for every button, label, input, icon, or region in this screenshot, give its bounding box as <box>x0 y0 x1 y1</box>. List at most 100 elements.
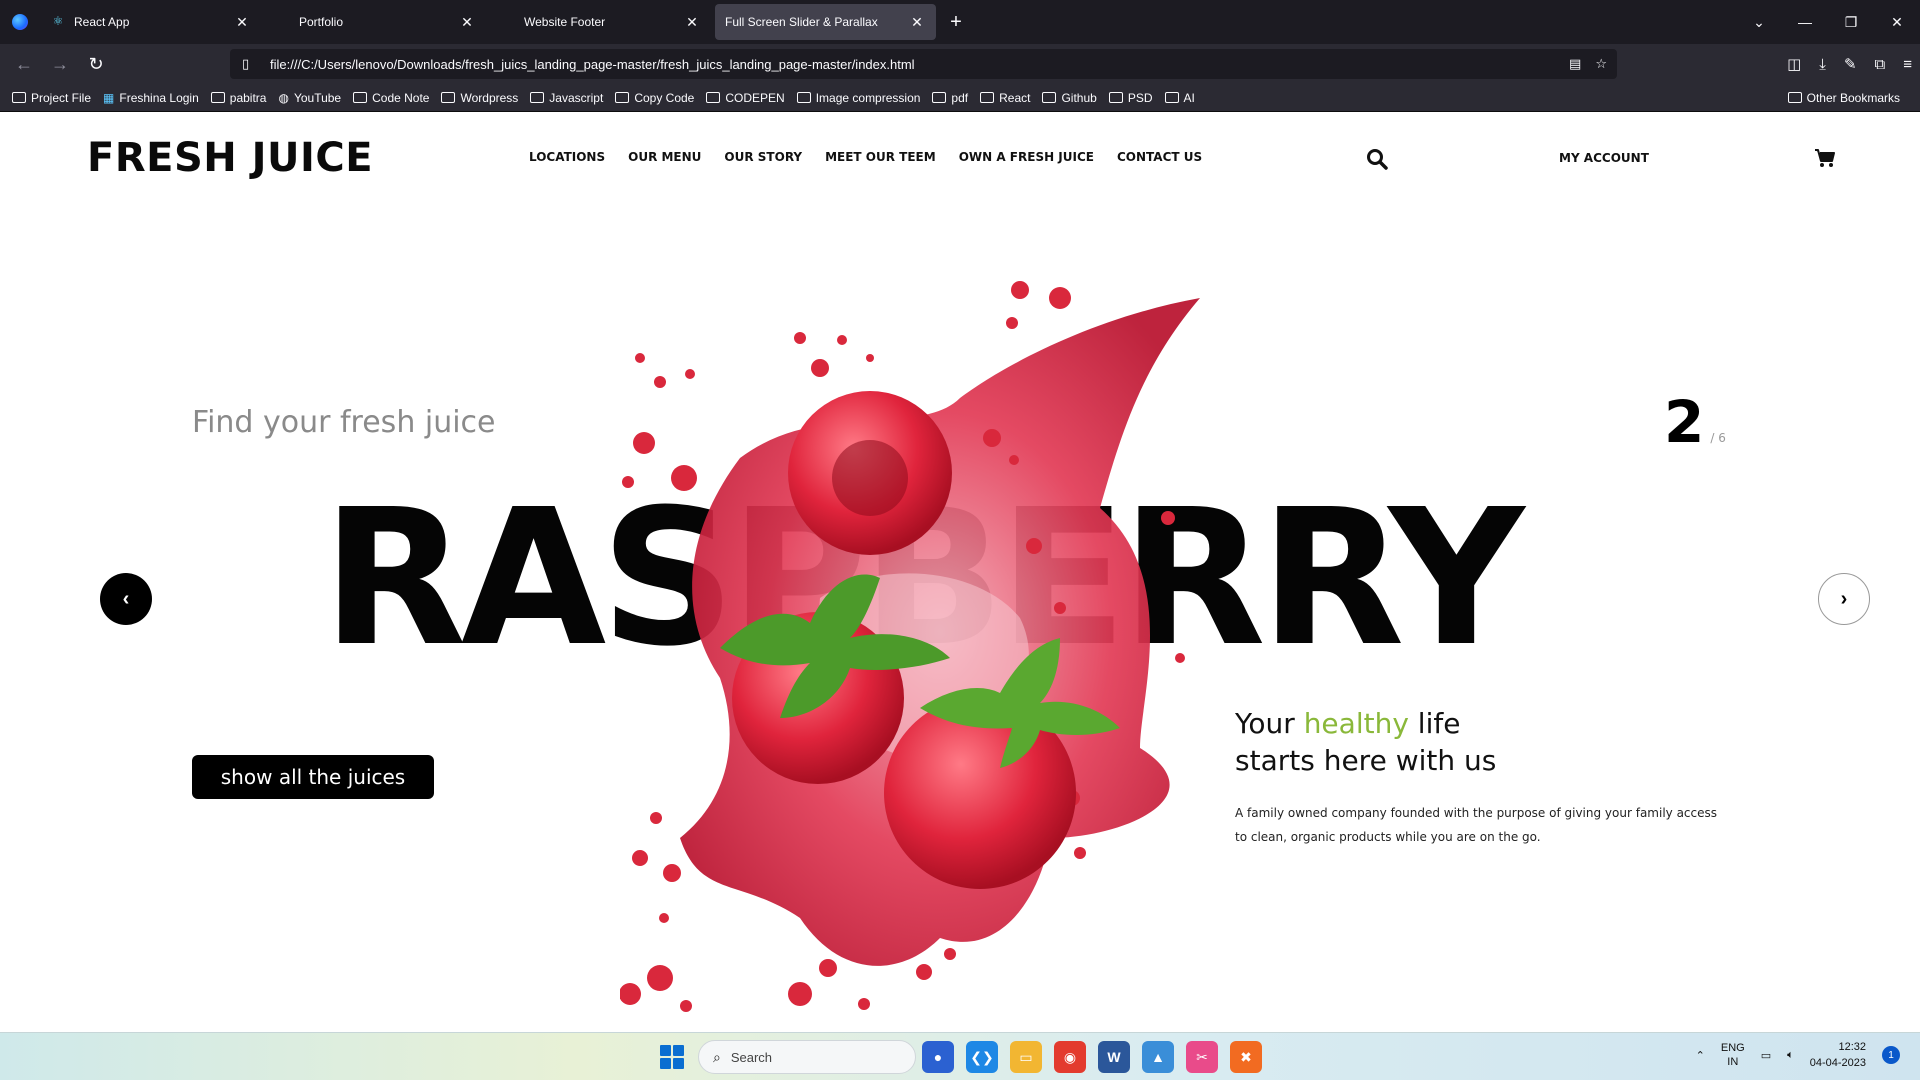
page-icon <box>500 14 516 30</box>
slider-prev-button[interactable]: ‹ <box>100 573 152 625</box>
reader-view-icon[interactable]: ▤ <box>1569 56 1581 72</box>
web-page: FRESH JUICE LOCATIONS OUR MENU OUR STORY… <box>0 113 1920 1032</box>
folder-icon <box>980 92 995 103</box>
globe-icon: ◍ <box>278 90 289 105</box>
firefox-icon <box>12 14 28 30</box>
bookmark-folder[interactable]: React <box>980 91 1030 105</box>
photos-app-icon[interactable]: ▲ <box>1142 1041 1174 1073</box>
bookmark-folder[interactable]: Copy Code <box>615 91 694 105</box>
raspberry-top <box>788 391 952 555</box>
tab-title: Portfolio <box>299 15 344 29</box>
bookmark-folder[interactable]: Project File <box>12 91 91 105</box>
nav-meet-our-teem[interactable]: MEET OUR TEEM <box>825 150 936 164</box>
nav-contact-us[interactable]: CONTACT US <box>1117 150 1202 164</box>
close-window-icon[interactable]: ✕ <box>1874 14 1920 31</box>
bookmark-folder[interactable]: Javascript <box>530 91 603 105</box>
bookmark-folder[interactable]: CODEPEN <box>706 91 785 105</box>
language-indicator[interactable]: ENG IN <box>1721 1041 1745 1069</box>
slider-next-button[interactable]: › <box>1818 573 1870 625</box>
bookmark-folder[interactable]: Wordpress <box>441 91 518 105</box>
snipping-tool-icon[interactable]: ✂ <box>1186 1041 1218 1073</box>
clock[interactable]: 12:32 04-04-2023 <box>1810 1039 1866 1071</box>
chrome-app-icon[interactable]: ◉ <box>1054 1041 1086 1073</box>
bookmark-folder[interactable]: PSD <box>1108 91 1153 105</box>
tagline-accent: healthy <box>1303 707 1409 740</box>
file-icon: ▯ <box>242 56 250 71</box>
freshina-icon: ▦ <box>103 90 115 105</box>
tab-website-footer[interactable]: Website Footer ✕ <box>490 4 711 40</box>
chevron-up-icon[interactable]: ⌃ <box>1696 1049 1705 1062</box>
folder-icon <box>615 92 630 103</box>
site-logo[interactable]: FRESH JUICE <box>87 135 373 181</box>
nav-own-a-fresh-juice[interactable]: OWN A FRESH JUICE <box>959 150 1094 164</box>
other-bookmarks[interactable]: Other Bookmarks <box>1787 91 1900 105</box>
bookmark-star-icon[interactable]: ☆ <box>1595 56 1607 72</box>
url-text[interactable]: file:///C:/Users/lenovo/Downloads/fresh_… <box>270 57 915 72</box>
wrench-icon[interactable]: ✎ <box>1844 55 1857 73</box>
my-account-link[interactable]: MY ACCOUNT <box>1559 151 1649 165</box>
forward-icon[interactable]: → <box>42 54 78 75</box>
network-icon[interactable]: ▭ <box>1761 1049 1771 1062</box>
bookmark-folder[interactable]: AI <box>1164 91 1195 105</box>
folder-icon <box>1108 92 1123 103</box>
nav-our-story[interactable]: OUR STORY <box>724 150 802 164</box>
search-icon: ⌕ <box>713 1048 721 1065</box>
url-bar[interactable]: ▯ file:///C:/Users/lenovo/Downloads/fres… <box>230 49 1617 79</box>
firefox-menu[interactable] <box>0 0 40 44</box>
folder-icon <box>796 92 811 103</box>
tab-react-app[interactable]: ⚛ React App ✕ <box>40 4 261 40</box>
close-icon[interactable]: ✕ <box>908 14 926 31</box>
show-all-juices-button[interactable]: show all the juices <box>192 755 434 799</box>
tab-title: Website Footer <box>524 15 606 29</box>
folder-icon <box>12 92 26 103</box>
vscode-app-icon[interactable]: ❮❯ <box>966 1041 998 1073</box>
page-icon <box>275 14 291 30</box>
new-tab-button[interactable]: + <box>940 6 972 38</box>
notification-badge[interactable]: 1 <box>1882 1046 1900 1064</box>
taskbar-search[interactable]: ⌕ Search <box>698 1040 916 1074</box>
tab-portfolio[interactable]: Portfolio ✕ <box>265 4 486 40</box>
slide-current: 2 <box>1664 388 1705 456</box>
download-icon[interactable]: ⤓ <box>1819 56 1826 73</box>
chevron-left-icon: ‹ <box>122 587 130 610</box>
folder-icon <box>706 92 721 103</box>
windows-start-icon[interactable] <box>660 1045 684 1069</box>
bookmark-link[interactable]: ▦ Freshina Login <box>103 91 199 105</box>
tab-full-screen-slider[interactable]: Full Screen Slider & Parallax ✕ <box>715 4 936 40</box>
extensions-icon[interactable]: ⧉ <box>1875 56 1886 73</box>
bookmark-folder[interactable]: Github <box>1042 91 1097 105</box>
bookmark-folder[interactable]: pdf <box>932 91 968 105</box>
slide-counter: 2 / 6 <box>1664 388 1726 456</box>
browser-nav-bar: ← → ↻ ▯ file:///C:/Users/lenovo/Download… <box>0 44 1920 84</box>
bookmark-folder[interactable]: Image compression <box>796 91 920 105</box>
cart-icon[interactable] <box>1814 147 1836 169</box>
firefox-app-icon[interactable]: ● <box>922 1041 954 1073</box>
close-icon[interactable]: ✕ <box>683 14 701 31</box>
restore-icon[interactable]: ❐ <box>1828 14 1874 31</box>
bookmark-folder[interactable]: Code Note <box>353 91 429 105</box>
folder-icon <box>932 92 947 103</box>
slide-total: / 6 <box>1710 431 1726 445</box>
file-explorer-icon[interactable]: ▭ <box>1010 1041 1042 1073</box>
bookmark-folder[interactable]: pabitra <box>210 91 266 105</box>
bookmarks-bar: Project File ▦ Freshina Login pabitra ◍ Yo… <box>0 84 1920 112</box>
nav-locations[interactable]: LOCATIONS <box>529 150 605 164</box>
tab-title: Full Screen Slider & Parallax <box>725 15 878 29</box>
close-icon[interactable]: ✕ <box>458 14 476 31</box>
close-icon[interactable]: ✕ <box>233 14 251 31</box>
word-app-icon[interactable]: W <box>1098 1041 1130 1073</box>
search-icon[interactable] <box>1366 148 1388 170</box>
react-icon: ⚛ <box>52 14 64 28</box>
pocket-icon[interactable]: ◫ <box>1787 55 1801 73</box>
reload-icon[interactable]: ↻ <box>78 54 114 75</box>
back-icon[interactable]: ← <box>6 54 42 75</box>
minimize-icon[interactable]: — <box>1782 14 1828 30</box>
bookmark-link[interactable]: ◍ YouTube <box>278 91 341 105</box>
nav-our-menu[interactable]: OUR MENU <box>628 150 701 164</box>
xampp-app-icon[interactable]: ✖ <box>1230 1041 1262 1073</box>
tab-list-icon[interactable]: ⌄ <box>1736 14 1782 31</box>
site-nav: LOCATIONS OUR MENU OUR STORY MEET OUR TE… <box>529 150 1202 164</box>
volume-icon[interactable]: 🔈︎ <box>1787 1049 1794 1062</box>
raspberry-splash-image <box>620 281 1200 1012</box>
hamburger-menu-icon[interactable]: ≡ <box>1903 56 1912 73</box>
